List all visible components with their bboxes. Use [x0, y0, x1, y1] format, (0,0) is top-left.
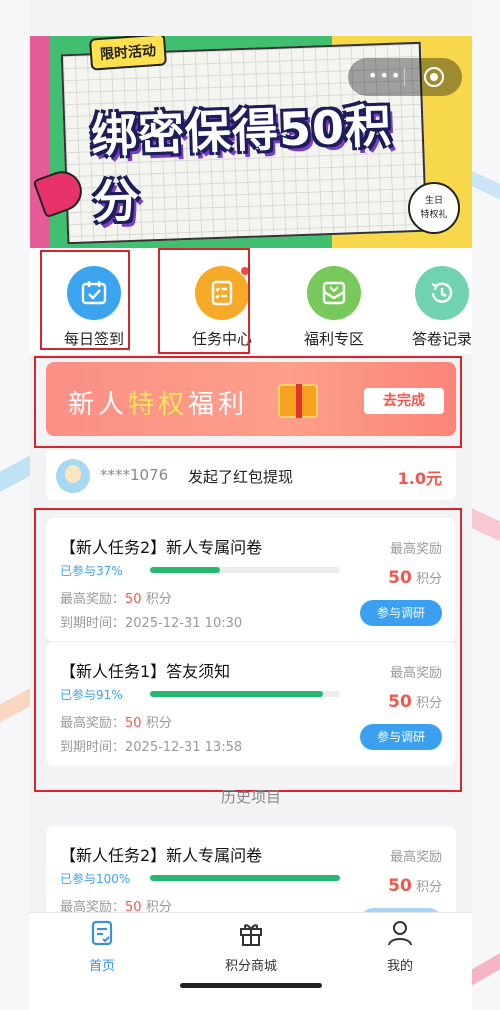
nav-label: 积分商城: [224, 959, 277, 974]
miniapp-capsule: •••: [348, 58, 462, 96]
max-reward-unit: 积分: [415, 880, 442, 895]
max-reward-value: 50 积分: [388, 876, 442, 896]
banner-headline: 绑密保得50积分: [90, 98, 393, 229]
progress-fill: [150, 875, 340, 881]
birthday-badge-line1: 生日: [424, 196, 443, 206]
promo-banner[interactable]: 限时活动 绑密保得50积分 生日 特权礼 •••: [30, 36, 472, 248]
history-section-title: 历史项目: [220, 788, 281, 806]
home-doc-icon: [88, 919, 116, 947]
highlight-box-tasks: [34, 508, 462, 792]
nav-points-mall[interactable]: 积分商城: [191, 919, 311, 974]
highlight-box-checkin: [40, 250, 130, 350]
withdraw-ticker: ****1076 发起了红包提现 1.0元: [46, 450, 456, 500]
ticker-amount: 1.0元: [397, 469, 442, 488]
close-target-icon[interactable]: [424, 67, 444, 87]
capsule-divider: [404, 68, 405, 86]
menu-label: 福利专区: [303, 330, 364, 348]
task-progress-text: 已参与100%: [60, 872, 131, 886]
history-icon: [415, 266, 469, 320]
avatar: [56, 459, 90, 493]
ticker-user: ****1076: [100, 466, 169, 484]
app-screen: 限时活动 绑密保得50积分 生日 特权礼 ••• 每日签到 任务中心 福利专区 …: [30, 0, 472, 1010]
max-reward-number: 50: [388, 876, 412, 896]
nav-label: 我的: [386, 959, 413, 974]
nav-mine[interactable]: 我的: [340, 919, 460, 974]
highlight-box-privilege: [34, 356, 462, 448]
nav-home[interactable]: 首页: [42, 919, 162, 974]
bottom-nav: 首页 积分商城 我的: [30, 912, 472, 1010]
gift-icon: [237, 919, 265, 947]
gift-box-icon: [307, 266, 361, 320]
max-reward-label: 最高奖励: [389, 850, 442, 865]
birthday-badge-line2: 特权礼: [420, 210, 448, 220]
birthday-badge: 生日 特权礼: [408, 182, 460, 234]
task-title: 【新人任务2】新人专属问卷: [60, 846, 263, 865]
limited-time-tag: 限时活动: [88, 36, 168, 71]
nav-label: 首页: [88, 959, 115, 974]
ticker-action: 发起了红包提现: [188, 468, 294, 486]
menu-welfare-zone[interactable]: 福利专区: [280, 248, 380, 354]
home-indicator: [180, 983, 322, 988]
highlight-box-task-center: [158, 248, 250, 354]
progress-track: [150, 875, 340, 881]
user-icon: [386, 919, 414, 947]
more-dots-icon[interactable]: •••: [368, 68, 402, 84]
menu-answer-records[interactable]: 答卷记录: [388, 248, 472, 354]
menu-label: 答卷记录: [411, 330, 472, 348]
